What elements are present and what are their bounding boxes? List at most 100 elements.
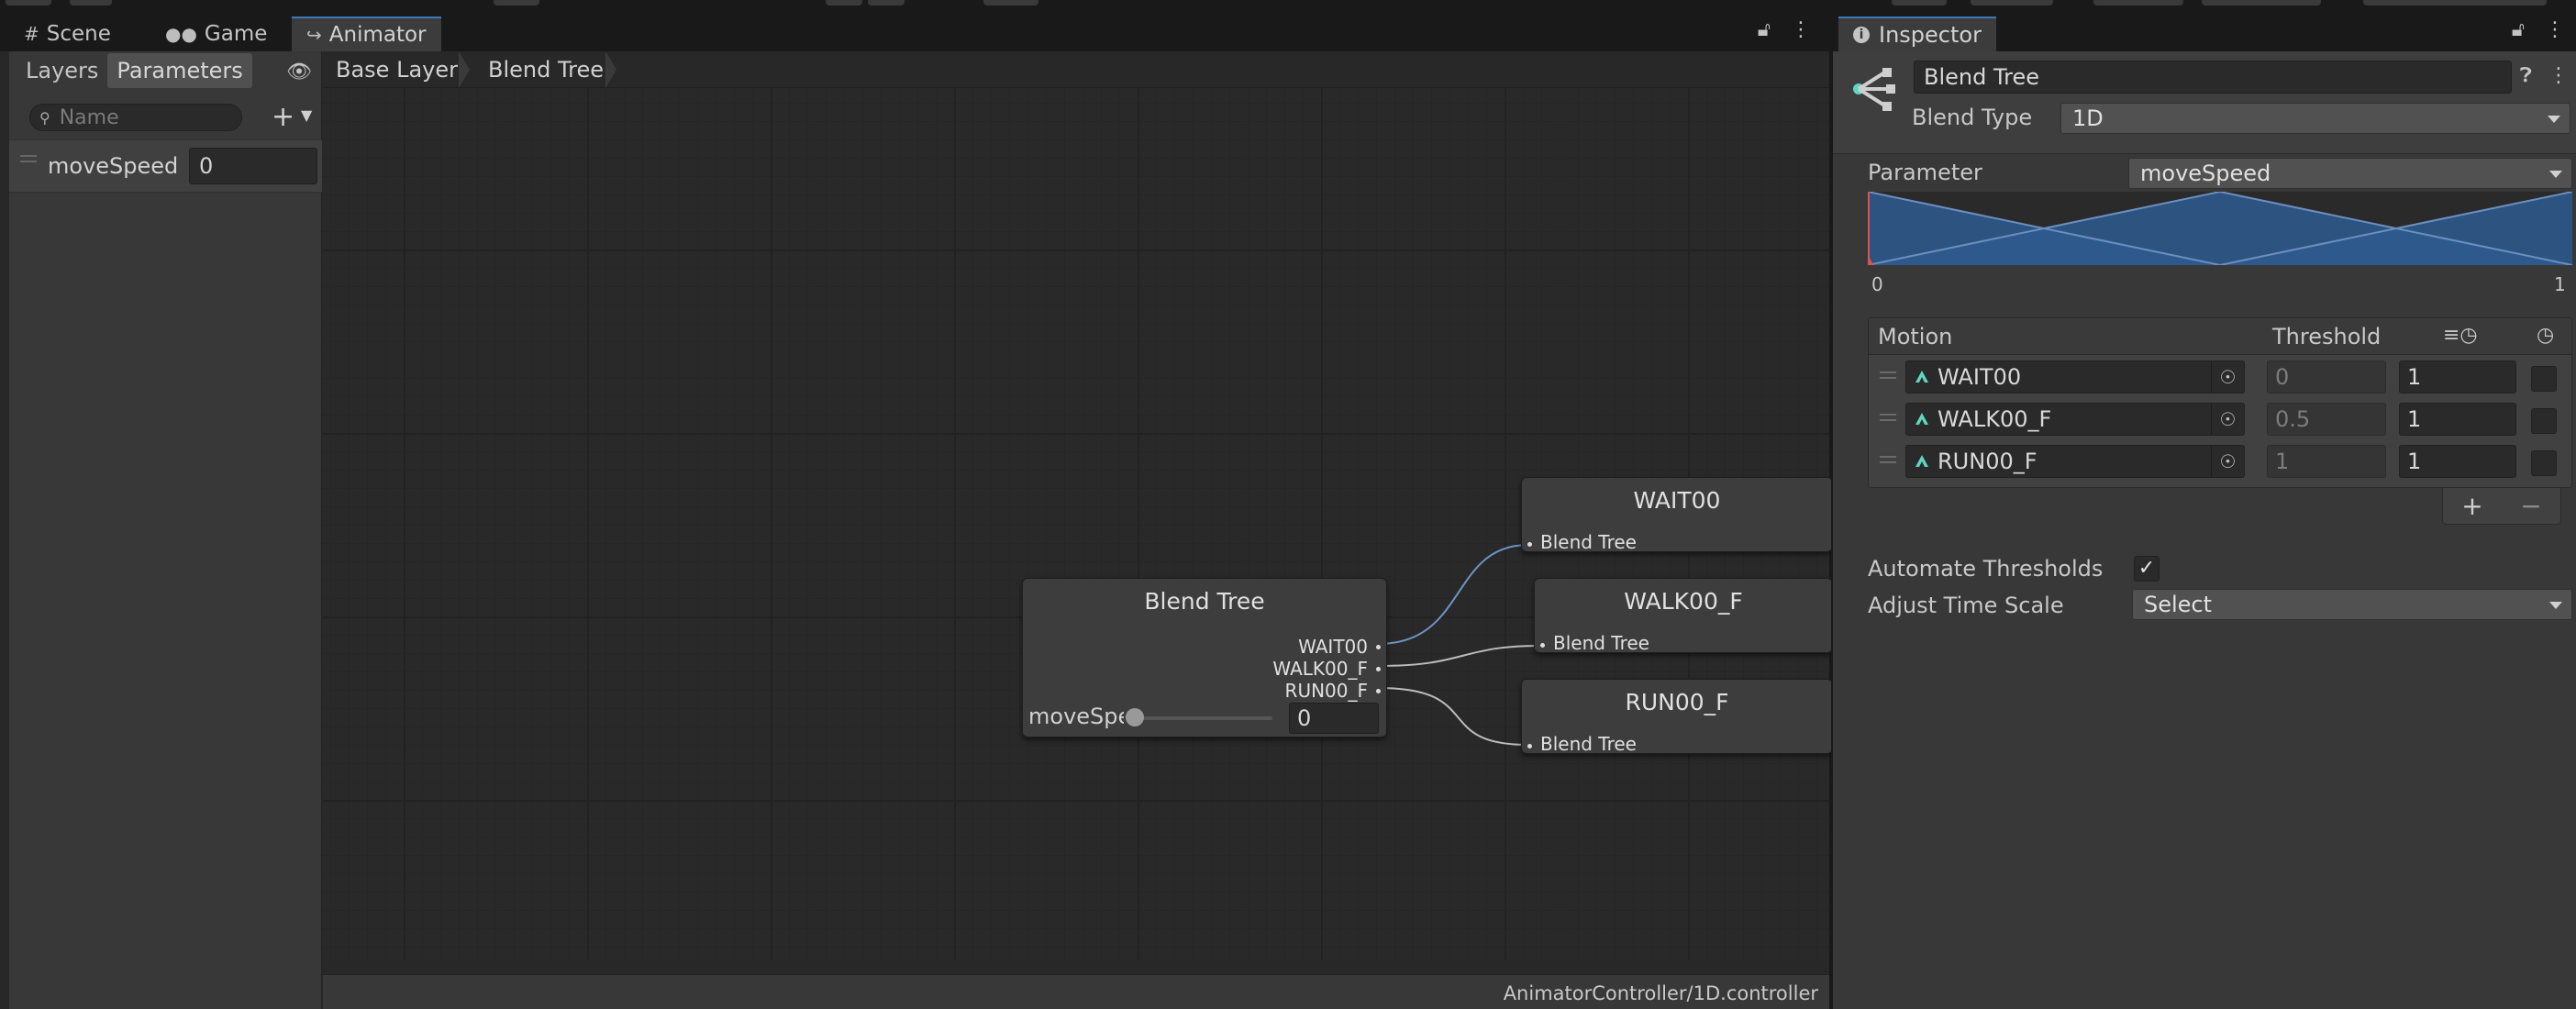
parameter-row[interactable]: moveSpeed 0: [9, 139, 322, 193]
output-port-label: RUN00_F: [1284, 680, 1368, 702]
search-icon: ⚲: [39, 108, 50, 127]
animation-clip-icon: [1915, 413, 1928, 425]
toolbar-button[interactable]: [2093, 0, 2183, 6]
more-menu-icon[interactable]: ⋮: [2545, 18, 2565, 41]
breadcrumb: Base Layer Blend Tree: [323, 51, 1829, 88]
object-name-field[interactable]: Blend Tree: [1914, 61, 2512, 94]
node-title: Blend Tree: [1144, 588, 1265, 615]
adjust-time-scale-dropdown[interactable]: Select: [2132, 589, 2572, 620]
motion-field[interactable]: WAIT00 ☉: [1905, 360, 2245, 394]
output-port-label: WAIT00: [1298, 636, 1368, 658]
motion-clip-name: RUN00_F: [1938, 449, 2037, 474]
tab-scene[interactable]: # Scene: [9, 17, 126, 51]
parameter-dropdown[interactable]: moveSpeed: [2128, 158, 2572, 189]
inspector-header: Blend Tree ❓︎ ⋮ Blend Type 1D: [1833, 51, 2576, 154]
blend-tree-icon: [1853, 68, 1895, 111]
layout-dropdown[interactable]: [2363, 0, 2547, 6]
tab-label: Animator: [328, 23, 427, 47]
tab-game[interactable]: ●● Game: [150, 17, 282, 51]
input-port[interactable]: [1527, 744, 1532, 748]
tab-label: Inspector: [1879, 22, 1982, 48]
output-port[interactable]: [1376, 645, 1381, 649]
object-picker-icon[interactable]: ☉: [2211, 404, 2244, 435]
info-icon: i: [1853, 27, 1870, 43]
mirror-checkbox[interactable]: [2531, 366, 2557, 392]
mirror-checkbox[interactable]: [2531, 408, 2557, 434]
toolbar-button[interactable]: [494, 0, 539, 6]
object-picker-icon[interactable]: ☉: [2211, 361, 2244, 393]
motion-field[interactable]: WALK00_F ☉: [1905, 403, 2245, 436]
motion-node-walk[interactable]: WALK00_F Blend Tree: [1534, 578, 1833, 654]
time-scale-icon: ≡◷: [2443, 324, 2478, 347]
add-motion-button[interactable]: +: [2461, 491, 2482, 521]
output-port[interactable]: [1376, 689, 1381, 693]
time-scale-field[interactable]: 1: [2399, 360, 2516, 394]
tab-parameters[interactable]: Parameters: [107, 53, 252, 88]
blend-tree-node[interactable]: Blend Tree WAIT00 WALK00_F RUN00_F moveS…: [1022, 578, 1387, 737]
more-menu-icon[interactable]: ⋮: [1791, 18, 1811, 41]
breadcrumb-separator: [605, 51, 616, 88]
tab-inspector[interactable]: i Inspector: [1838, 17, 1996, 51]
motion-field[interactable]: RUN00_F ☉: [1905, 445, 2245, 478]
param-value-field[interactable]: 0: [1289, 703, 1379, 734]
drag-handle-icon[interactable]: [20, 155, 37, 157]
toolbar-button[interactable]: [6, 0, 51, 6]
list-add-remove: + −: [2442, 488, 2561, 525]
blend-type-dropdown[interactable]: 1D: [2060, 103, 2570, 134]
toolbar-strip: [0, 0, 2576, 15]
lock-icon[interactable]: 🔓︎: [2512, 18, 2525, 41]
play-button[interactable]: [826, 0, 862, 6]
time-scale-field[interactable]: 1: [2399, 403, 2516, 436]
animation-clip-icon: [1915, 455, 1928, 467]
parameter-search-input[interactable]: ⚲ Name: [29, 104, 242, 131]
object-picker-icon[interactable]: ☉: [2211, 446, 2244, 477]
tab-layers[interactable]: Layers: [17, 53, 107, 88]
parameters-panel: Layers Parameters ⚲ Name + ▼ moveSpeed 0: [9, 51, 322, 1009]
motion-node-wait[interactable]: WAIT00 Blend Tree: [1521, 477, 1833, 553]
breadcrumb-base-layer[interactable]: Base Layer: [336, 51, 458, 88]
lock-icon[interactable]: 🔓︎: [1758, 18, 1771, 41]
time-scale-field[interactable]: 1: [2399, 445, 2516, 478]
param-label: moveSpeed: [1028, 704, 1124, 729]
layers-parameters-tabs: Layers Parameters: [17, 53, 252, 88]
axis-max-label: 1: [2554, 273, 2566, 295]
motion-row[interactable]: WALK00_F ☉ 0.5 1: [1869, 397, 2571, 439]
toolbar-button[interactable]: [70, 0, 112, 6]
automate-thresholds-checkbox[interactable]: ✓: [2134, 556, 2160, 582]
inspector-window: i Inspector 🔓︎ ⋮ Blend Tree ❓︎ ⋮ Blend T…: [1831, 15, 2576, 1009]
blend-type-label: Blend Type: [1912, 105, 2033, 130]
motion-row[interactable]: RUN00_F ☉ 1 1: [1869, 439, 2571, 482]
chevron-down-icon[interactable]: ▼: [301, 106, 312, 124]
toolbar-button[interactable]: [1971, 0, 2053, 6]
pause-button[interactable]: [868, 0, 905, 6]
controller-path: AnimatorController/1D.controller: [1503, 982, 1818, 1004]
remove-motion-button[interactable]: −: [2520, 491, 2541, 521]
add-parameter-button[interactable]: +: [272, 101, 294, 133]
toolbar-button[interactable]: [1892, 0, 1947, 6]
tab-bar: # Scene ●● Game ↪ Animator 🔓︎ ⋮: [0, 15, 1829, 51]
blend-graph[interactable]: [1868, 192, 2572, 265]
motion-list-header: Motion Threshold ≡◷ ◷: [1869, 318, 2571, 355]
help-icon[interactable]: ❓︎: [2520, 64, 2532, 87]
drag-handle-icon[interactable]: [1880, 371, 1896, 373]
step-button[interactable]: [983, 0, 1038, 6]
more-menu-icon[interactable]: ⋮: [2548, 64, 2569, 87]
drag-handle-icon[interactable]: [1880, 414, 1896, 416]
input-port[interactable]: [1540, 643, 1545, 648]
layers-dropdown[interactable]: [2202, 0, 2321, 6]
parameter-value-field[interactable]: 0: [189, 148, 317, 184]
mirror-checkbox[interactable]: [2531, 450, 2557, 476]
breadcrumb-blend-tree[interactable]: Blend Tree: [488, 51, 604, 88]
input-port[interactable]: [1527, 542, 1532, 547]
output-port[interactable]: [1376, 667, 1381, 671]
drag-handle-icon[interactable]: [1880, 456, 1896, 458]
tab-animator[interactable]: ↪ Animator: [292, 17, 441, 51]
param-slider-track[interactable]: [1126, 716, 1272, 720]
eye-icon[interactable]: 👁︎: [286, 61, 312, 83]
animation-clip-icon: [1915, 371, 1928, 383]
search-placeholder: Name: [59, 105, 119, 129]
adjust-time-scale-label: Adjust Time Scale: [1868, 593, 2064, 618]
motion-node-run[interactable]: RUN00_F Blend Tree: [1521, 679, 1833, 755]
param-slider-knob[interactable]: [1126, 708, 1144, 726]
motion-row[interactable]: WAIT00 ☉ 0 1: [1869, 355, 2571, 397]
